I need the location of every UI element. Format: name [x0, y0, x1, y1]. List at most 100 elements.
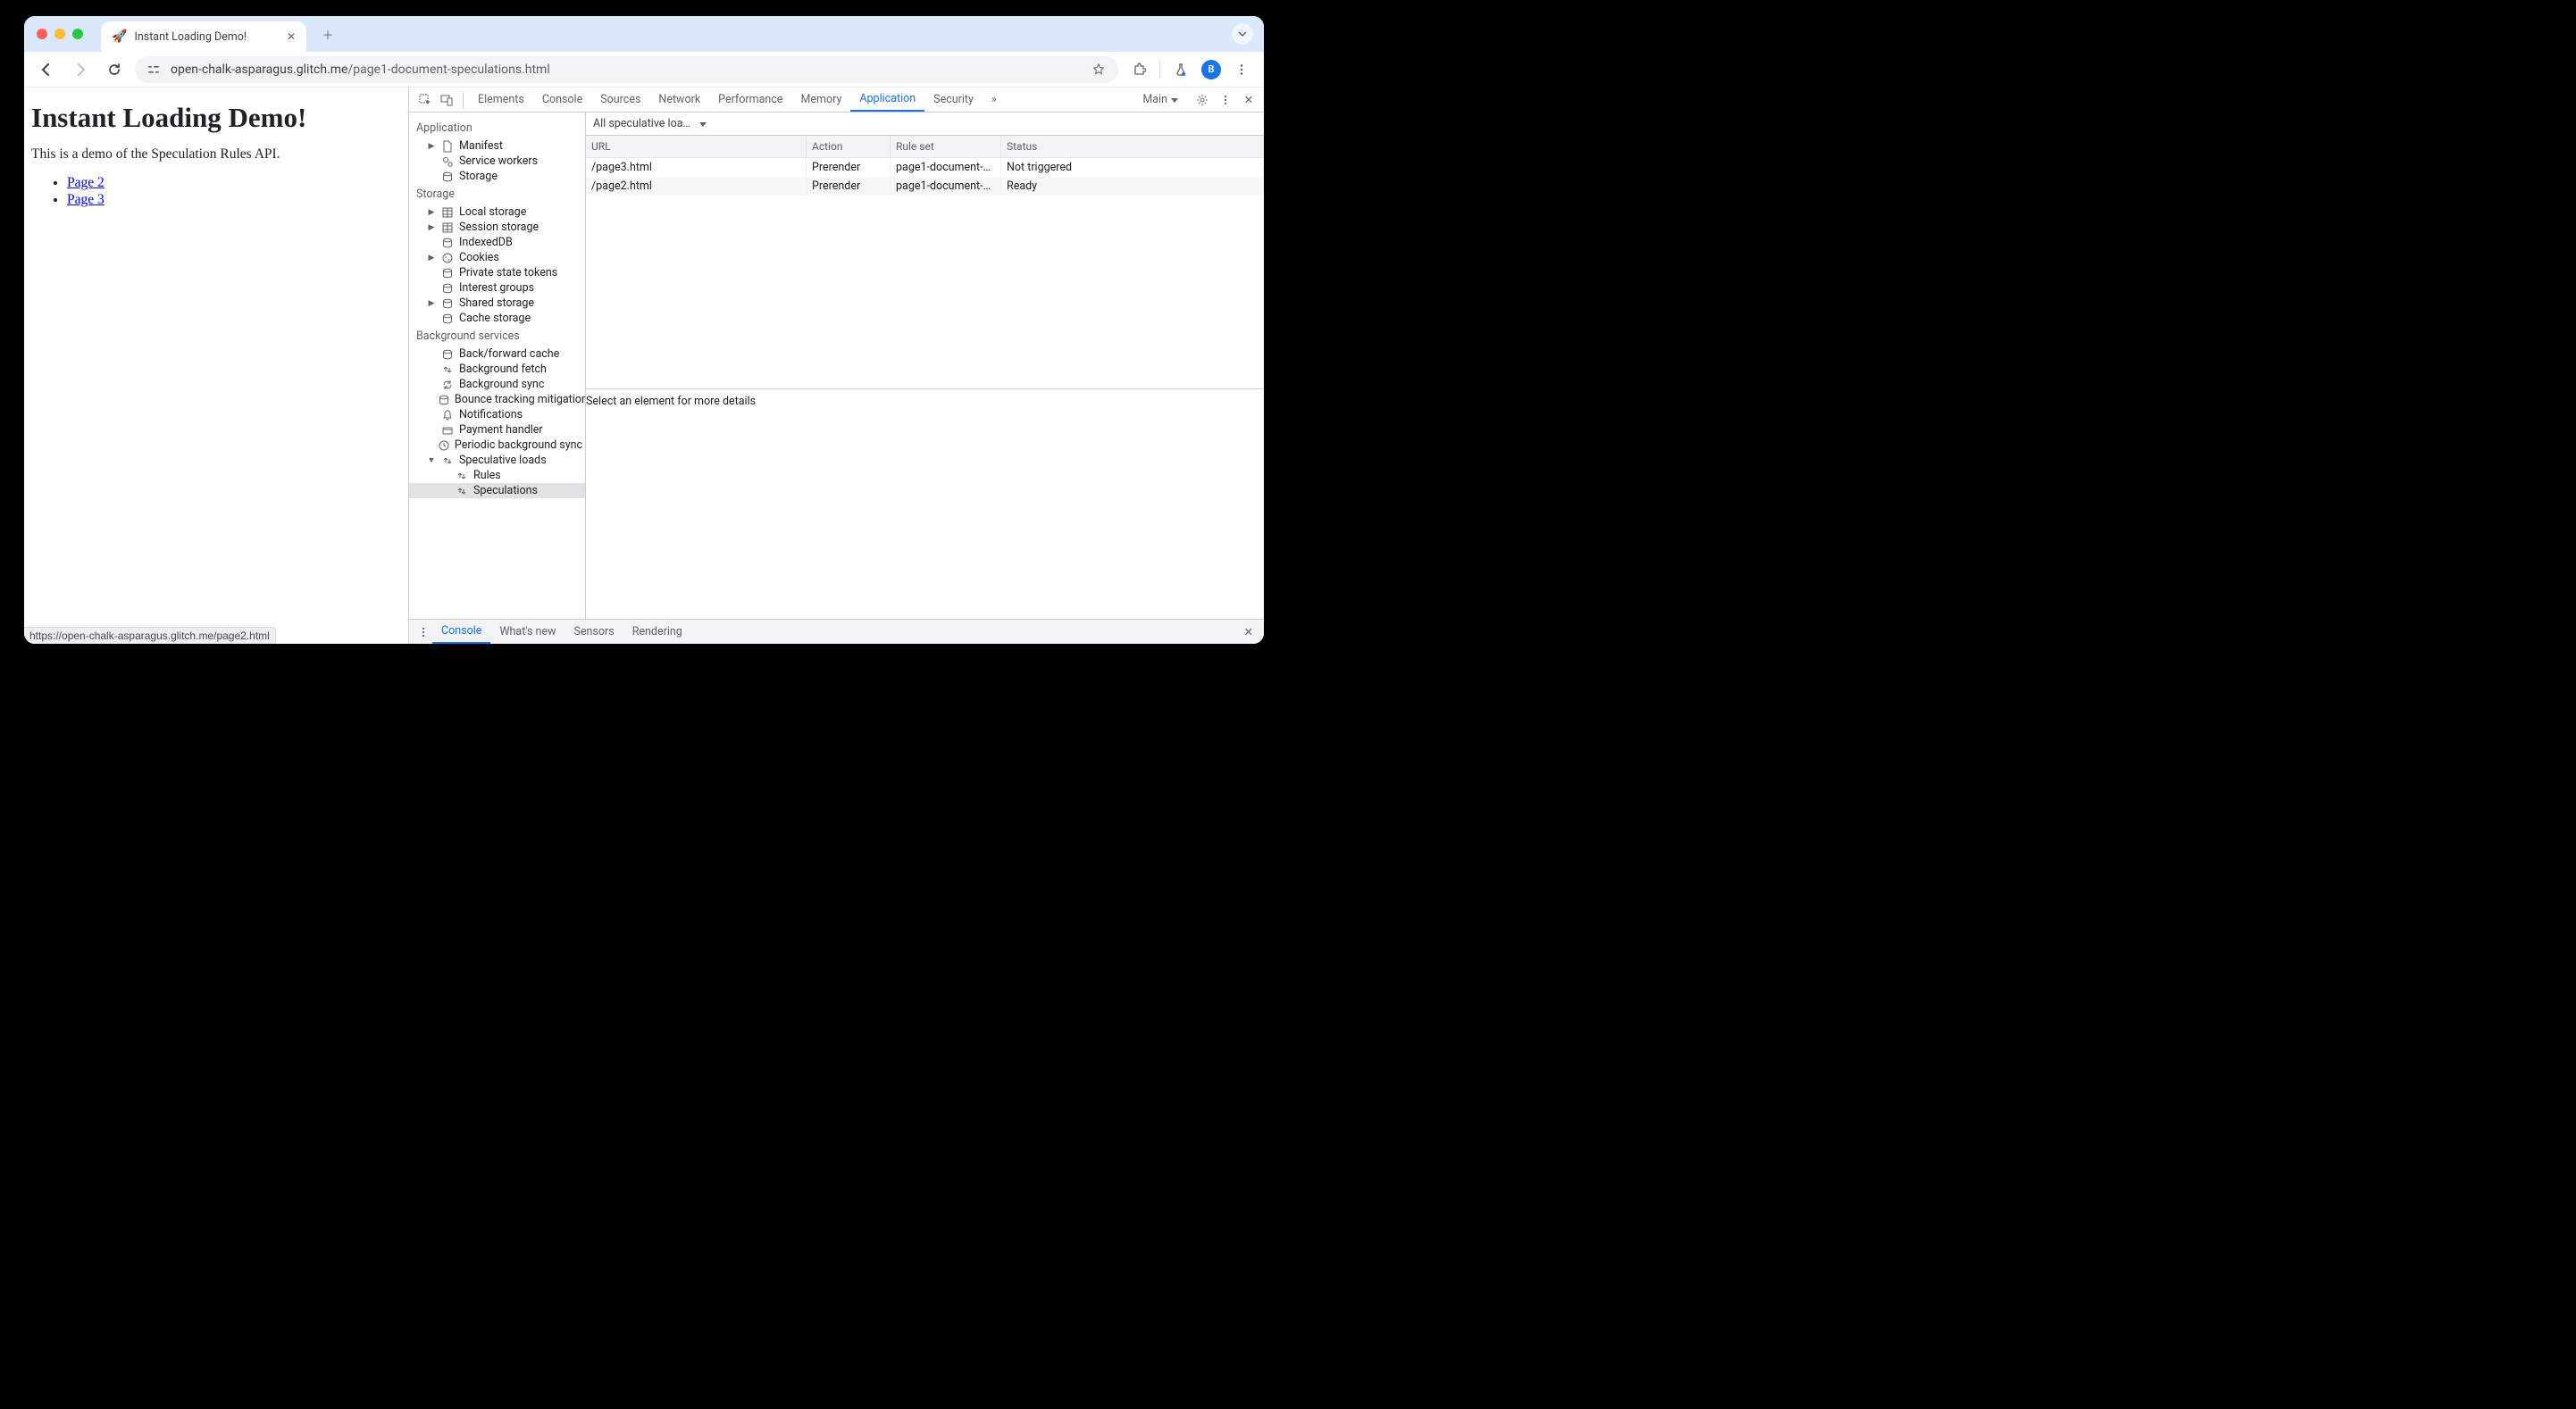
caret-right-icon: ▶ — [427, 142, 436, 151]
inspect-element-button[interactable] — [414, 89, 436, 111]
content-area: Instant Loading Demo! This is a demo of … — [24, 88, 1264, 644]
sidebar-item-service-workers[interactable]: ▶Service workers — [409, 154, 585, 169]
reload-button[interactable] — [101, 56, 128, 83]
sidebar-item-manifest[interactable]: ▶ Manifest — [409, 138, 585, 154]
devtools-menu-button[interactable] — [1217, 90, 1234, 110]
devtools-tabbar: ElementsConsoleSourcesNetworkPerformance… — [409, 88, 1264, 113]
db-icon — [441, 297, 454, 310]
tab-search-button[interactable] — [1232, 23, 1253, 45]
status-bar: https://open-chalk-asparagus.glitch.me/p… — [24, 627, 276, 644]
devtools-tab-security[interactable]: Security — [924, 88, 983, 112]
sidebar-item-storage[interactable]: ▶Storage — [409, 169, 585, 184]
sidebar-item-local-storage[interactable]: ▶Local storage — [409, 204, 585, 220]
page-link[interactable]: Page 3 — [67, 192, 105, 207]
sidebar-item-background-fetch[interactable]: ▶Background fetch — [409, 362, 585, 377]
sidebar-item-label: IndexedDB — [459, 236, 513, 249]
db-icon — [439, 394, 449, 406]
sidebar-item-back-forward-cache[interactable]: ▶Back/forward cache — [409, 346, 585, 362]
sidebar-item-payment-handler[interactable]: ▶Payment handler — [409, 422, 585, 438]
devtools-tab-network[interactable]: Network — [649, 88, 709, 112]
more-tabs-button[interactable]: » — [983, 88, 1006, 112]
close-tab-button[interactable]: ✕ — [287, 30, 296, 43]
updown-icon — [441, 363, 454, 376]
sidebar-item-indexeddb[interactable]: ▶IndexedDB — [409, 235, 585, 250]
forward-button — [67, 56, 94, 83]
devtools-settings-button[interactable] — [1192, 90, 1212, 110]
drawer-menu-button[interactable] — [414, 623, 432, 641]
sidebar-item-label: Bounce tracking mitigation — [455, 393, 586, 406]
filter-dropdown[interactable]: All speculative loa… — [593, 117, 707, 130]
column-header-action[interactable]: Action — [807, 136, 891, 157]
browser-tab[interactable]: 🚀 Instant Loading Demo! ✕ — [101, 21, 306, 52]
drawer-tab-rendering[interactable]: Rendering — [623, 620, 691, 644]
detail-pane: Select an element for more details — [586, 389, 1264, 619]
sidebar-item-rules[interactable]: ▶Rules — [409, 468, 585, 483]
updown-icon — [456, 470, 468, 482]
profile-avatar[interactable]: B — [1201, 60, 1221, 79]
updown-icon — [441, 454, 454, 467]
sidebar-item-session-storage[interactable]: ▶Session storage — [409, 220, 585, 235]
sidebar-item-cookies[interactable]: ▶Cookies — [409, 250, 585, 265]
sidebar-item-speculative-loads[interactable]: ▼Speculative loads — [409, 453, 585, 468]
drawer-tab-sensors[interactable]: Sensors — [565, 620, 623, 644]
back-button[interactable] — [33, 56, 60, 83]
drawer-tab-console[interactable]: Console — [432, 620, 490, 644]
address-bar[interactable]: open-chalk-asparagus.glitch.me/page1-doc… — [135, 56, 1118, 83]
sidebar-item-interest-groups[interactable]: ▶Interest groups — [409, 280, 585, 296]
db-icon — [441, 237, 454, 249]
sidebar-item-private-state-tokens[interactable]: ▶Private state tokens — [409, 265, 585, 280]
devtools-tab-performance[interactable]: Performance — [709, 88, 791, 112]
extensions-button[interactable] — [1125, 56, 1152, 83]
close-devtools-button[interactable]: ✕ — [1239, 90, 1259, 110]
sidebar-item-background-sync[interactable]: ▶Background sync — [409, 377, 585, 392]
cell-url: /page3.html — [586, 158, 807, 177]
cell-status: Ready — [1001, 177, 1264, 196]
sync-icon — [441, 379, 454, 391]
column-header-status[interactable]: Status — [1001, 136, 1264, 157]
page-link[interactable]: Page 2 — [67, 175, 105, 190]
column-header-ruleset[interactable]: Rule set — [891, 136, 1001, 157]
gear-icon — [1196, 94, 1209, 106]
close-window-button[interactable] — [37, 29, 47, 39]
sidebar-item-speculations[interactable]: ▶Speculations — [409, 483, 585, 498]
sidebar-item-label: Back/forward cache — [459, 347, 559, 361]
new-tab-button[interactable]: ＋ — [315, 21, 340, 46]
tab-title: Instant Loading Demo! — [134, 30, 247, 44]
sidebar-item-bounce-tracking-mitigation[interactable]: ▶Bounce tracking mitigation — [409, 392, 585, 407]
devtools-tab-console[interactable]: Console — [533, 88, 591, 112]
devtools-tab-memory[interactable]: Memory — [791, 88, 850, 112]
close-drawer-button[interactable]: ✕ — [1239, 625, 1259, 639]
devtools-tab-application[interactable]: Application — [850, 88, 924, 112]
device-toolbar-button[interactable] — [436, 89, 457, 111]
caret-right-icon: ▶ — [427, 208, 436, 217]
drawer-tab-what-s-new[interactable]: What's new — [490, 620, 565, 644]
table-row[interactable]: /page3.htmlPrerenderpage1-document-…Not … — [586, 158, 1264, 177]
sidebar-item-label: Session storage — [459, 221, 539, 234]
devtools-tab-elements[interactable]: Elements — [469, 88, 533, 112]
page-link-list: Page 2 Page 3 — [31, 175, 401, 208]
sidebar-item-label: Shared storage — [459, 296, 534, 310]
devtools-tab-sources[interactable]: Sources — [591, 88, 649, 112]
sidebar-item-shared-storage[interactable]: ▶Shared storage — [409, 296, 585, 311]
site-settings-icon[interactable] — [146, 62, 162, 78]
chrome-menu-button[interactable] — [1228, 56, 1255, 83]
bookmark-button[interactable] — [1090, 61, 1108, 79]
column-header-url[interactable]: URL — [586, 136, 807, 157]
sidebar-item-label: Interest groups — [459, 281, 534, 295]
sidebar-item-label: Rules — [473, 469, 501, 482]
sidebar-item-cache-storage[interactable]: ▶Cache storage — [409, 311, 585, 326]
list-item: Page 3 — [67, 192, 401, 208]
sidebar-group-heading: Application — [409, 118, 585, 138]
sidebar-item-label: Storage — [459, 170, 498, 183]
application-main: All speculative loa… URL Action Rule set… — [586, 113, 1264, 619]
kebab-icon — [1235, 63, 1248, 76]
cell-action: Prerender — [807, 177, 891, 196]
maximize-window-button[interactable] — [72, 29, 83, 39]
minimize-window-button[interactable] — [54, 29, 65, 39]
table-row[interactable]: /page2.htmlPrerenderpage1-document-…Read… — [586, 177, 1264, 196]
sidebar-item-periodic-background-sync[interactable]: ▶Periodic background sync — [409, 438, 585, 453]
sidebar-item-label: Manifest — [459, 139, 503, 153]
sidebar-item-notifications[interactable]: ▶Notifications — [409, 407, 585, 422]
target-selector[interactable]: Main — [1133, 93, 1187, 106]
labs-button[interactable] — [1167, 56, 1194, 83]
